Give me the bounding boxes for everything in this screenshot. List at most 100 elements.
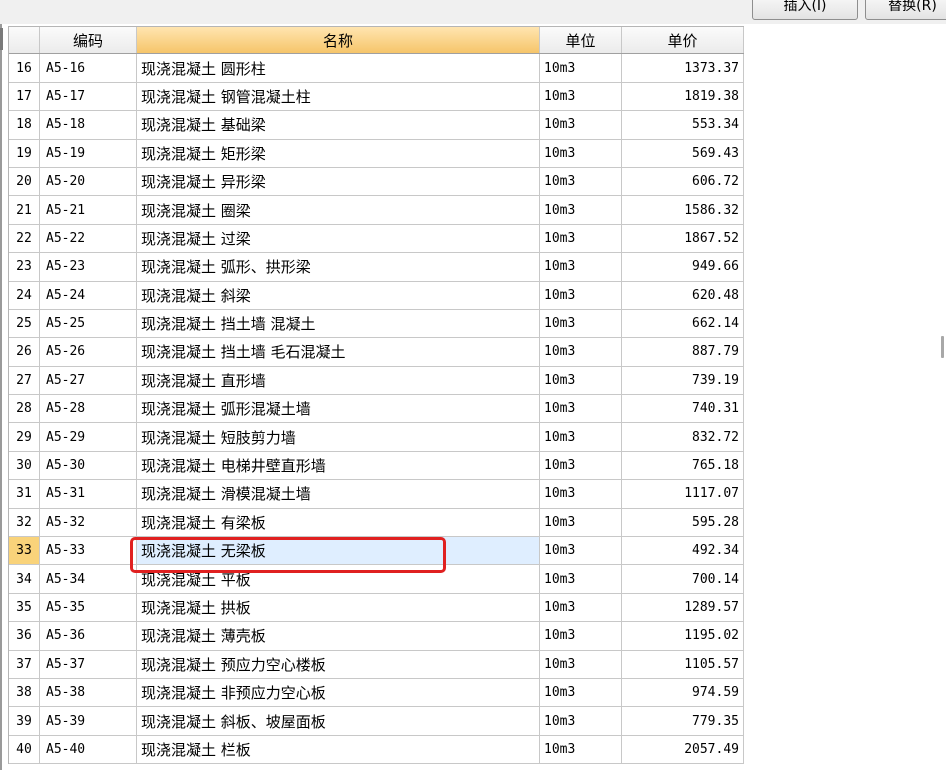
- row-number[interactable]: 21: [9, 196, 40, 224]
- row-number[interactable]: 33: [9, 537, 40, 565]
- header-price[interactable]: 单价: [622, 27, 744, 54]
- row-number[interactable]: 26: [9, 338, 40, 366]
- unit-cell[interactable]: 10m3: [540, 111, 622, 139]
- name-cell[interactable]: 现浇混凝土 异形梁: [137, 167, 540, 196]
- table-row[interactable]: 19 A5-19 现浇混凝土 矩形梁 10m3 569.43: [9, 139, 744, 168]
- table-row[interactable]: 37 A5-37 现浇混凝土 预应力空心楼板 10m3 1105.57: [9, 650, 744, 679]
- price-cell[interactable]: 662.14: [622, 309, 744, 338]
- table-row[interactable]: 16 A5-16 现浇混凝土 圆形柱 10m3 1373.37: [9, 54, 744, 83]
- unit-cell[interactable]: 10m3: [540, 281, 622, 309]
- unit-cell[interactable]: 10m3: [540, 565, 622, 593]
- code-cell[interactable]: A5-32: [40, 508, 137, 537]
- price-cell[interactable]: 974.59: [622, 678, 744, 707]
- unit-cell[interactable]: 10m3: [540, 622, 622, 650]
- unit-cell[interactable]: 10m3: [540, 395, 622, 423]
- row-number[interactable]: 36: [9, 622, 40, 650]
- table-row[interactable]: 24 A5-24 现浇混凝土 斜梁 10m3 620.48: [9, 281, 744, 310]
- row-number[interactable]: 29: [9, 423, 40, 451]
- table-row[interactable]: 36 A5-36 现浇混凝土 薄壳板 10m3 1195.02: [9, 622, 744, 651]
- name-cell[interactable]: 现浇混凝土 无梁板: [137, 537, 540, 565]
- price-cell[interactable]: 779.35: [622, 707, 744, 735]
- unit-cell[interactable]: 10m3: [540, 650, 622, 678]
- row-number[interactable]: 32: [9, 508, 40, 537]
- table-row[interactable]: 40 A5-40 现浇混凝土 栏板 10m3 2057.49: [9, 735, 744, 765]
- unit-cell[interactable]: 10m3: [540, 423, 622, 451]
- table-row[interactable]: 27 A5-27 现浇混凝土 直形墙 10m3 739.19: [9, 366, 744, 396]
- code-cell[interactable]: A5-22: [40, 224, 137, 253]
- unit-cell[interactable]: 10m3: [540, 480, 622, 508]
- table-row[interactable]: 22 A5-22 现浇混凝土 过梁 10m3 1867.52: [9, 224, 744, 254]
- price-cell[interactable]: 739.19: [622, 366, 744, 395]
- code-cell[interactable]: A5-16: [40, 54, 137, 82]
- code-cell[interactable]: A5-23: [40, 253, 137, 281]
- unit-cell[interactable]: 10m3: [540, 82, 622, 111]
- price-cell[interactable]: 887.79: [622, 338, 744, 366]
- price-cell[interactable]: 492.34: [622, 537, 744, 565]
- unit-cell[interactable]: 10m3: [540, 338, 622, 366]
- table-row[interactable]: 33 A5-33 现浇混凝土 无梁板 10m3 492.34: [9, 537, 744, 566]
- header-unit[interactable]: 单位: [540, 27, 622, 54]
- name-cell[interactable]: 现浇混凝土 斜梁: [137, 281, 540, 309]
- name-cell[interactable]: 现浇混凝土 挡土墙 混凝土: [137, 309, 540, 338]
- code-cell[interactable]: A5-25: [40, 309, 137, 338]
- unit-cell[interactable]: 10m3: [540, 451, 622, 480]
- code-cell[interactable]: A5-30: [40, 451, 137, 480]
- row-number[interactable]: 24: [9, 281, 40, 309]
- unit-cell[interactable]: 10m3: [540, 196, 622, 224]
- price-cell[interactable]: 1117.07: [622, 480, 744, 508]
- price-cell[interactable]: 553.34: [622, 111, 744, 139]
- table-row[interactable]: 31 A5-31 现浇混凝土 滑模混凝土墙 10m3 1117.07: [9, 480, 744, 509]
- price-cell[interactable]: 700.14: [622, 565, 744, 593]
- unit-cell[interactable]: 10m3: [540, 508, 622, 537]
- table-row[interactable]: 32 A5-32 现浇混凝土 有梁板 10m3 595.28: [9, 508, 744, 538]
- name-cell[interactable]: 现浇混凝土 电梯井壁直形墙: [137, 451, 540, 480]
- price-cell[interactable]: 595.28: [622, 508, 744, 537]
- name-cell[interactable]: 现浇混凝土 滑模混凝土墙: [137, 480, 540, 508]
- code-cell[interactable]: A5-28: [40, 395, 137, 423]
- row-number[interactable]: 39: [9, 707, 40, 735]
- row-number[interactable]: 27: [9, 366, 40, 395]
- table-row[interactable]: 29 A5-29 现浇混凝土 短肢剪力墙 10m3 832.72: [9, 423, 744, 452]
- table-row[interactable]: 35 A5-35 现浇混凝土 拱板 10m3 1289.57: [9, 593, 744, 623]
- table-row[interactable]: 30 A5-30 现浇混凝土 电梯井壁直形墙 10m3 765.18: [9, 451, 744, 481]
- unit-cell[interactable]: 10m3: [540, 707, 622, 735]
- row-number[interactable]: 23: [9, 253, 40, 281]
- unit-cell[interactable]: 10m3: [540, 54, 622, 82]
- left-panel-collapse-handle[interactable]: [0, 28, 3, 50]
- row-number[interactable]: 40: [9, 735, 40, 764]
- code-cell[interactable]: A5-39: [40, 707, 137, 735]
- name-cell[interactable]: 现浇混凝土 挡土墙 毛石混凝土: [137, 338, 540, 366]
- price-cell[interactable]: 1373.37: [622, 54, 744, 82]
- price-cell[interactable]: 1105.57: [622, 650, 744, 678]
- unit-cell[interactable]: 10m3: [540, 735, 622, 764]
- name-cell[interactable]: 现浇混凝土 直形墙: [137, 366, 540, 395]
- code-cell[interactable]: A5-21: [40, 196, 137, 224]
- row-number[interactable]: 19: [9, 139, 40, 167]
- insert-button[interactable]: 插入(I): [752, 0, 858, 20]
- price-cell[interactable]: 620.48: [622, 281, 744, 309]
- price-cell[interactable]: 569.43: [622, 139, 744, 167]
- code-cell[interactable]: A5-20: [40, 167, 137, 196]
- code-cell[interactable]: A5-31: [40, 480, 137, 508]
- code-cell[interactable]: A5-40: [40, 735, 137, 764]
- row-number[interactable]: 31: [9, 480, 40, 508]
- table-row[interactable]: 18 A5-18 现浇混凝土 基础梁 10m3 553.34: [9, 111, 744, 140]
- row-number[interactable]: 25: [9, 309, 40, 338]
- name-cell[interactable]: 现浇混凝土 基础梁: [137, 111, 540, 139]
- name-cell[interactable]: 现浇混凝土 过梁: [137, 224, 540, 253]
- header-row-number[interactable]: [9, 27, 40, 54]
- unit-cell[interactable]: 10m3: [540, 139, 622, 167]
- code-cell[interactable]: A5-27: [40, 366, 137, 395]
- row-number[interactable]: 30: [9, 451, 40, 480]
- price-cell[interactable]: 606.72: [622, 167, 744, 196]
- table-row[interactable]: 26 A5-26 现浇混凝土 挡土墙 毛石混凝土 10m3 887.79: [9, 338, 744, 367]
- price-cell[interactable]: 949.66: [622, 253, 744, 281]
- table-row[interactable]: 38 A5-38 现浇混凝土 非预应力空心板 10m3 974.59: [9, 678, 744, 708]
- table-row[interactable]: 17 A5-17 现浇混凝土 钢管混凝土柱 10m3 1819.38: [9, 82, 744, 112]
- table-row[interactable]: 21 A5-21 现浇混凝土 圈梁 10m3 1586.32: [9, 196, 744, 225]
- name-cell[interactable]: 现浇混凝土 弧形混凝土墙: [137, 395, 540, 423]
- code-cell[interactable]: A5-37: [40, 650, 137, 678]
- unit-cell[interactable]: 10m3: [540, 167, 622, 196]
- code-cell[interactable]: A5-35: [40, 593, 137, 622]
- row-number[interactable]: 34: [9, 565, 40, 593]
